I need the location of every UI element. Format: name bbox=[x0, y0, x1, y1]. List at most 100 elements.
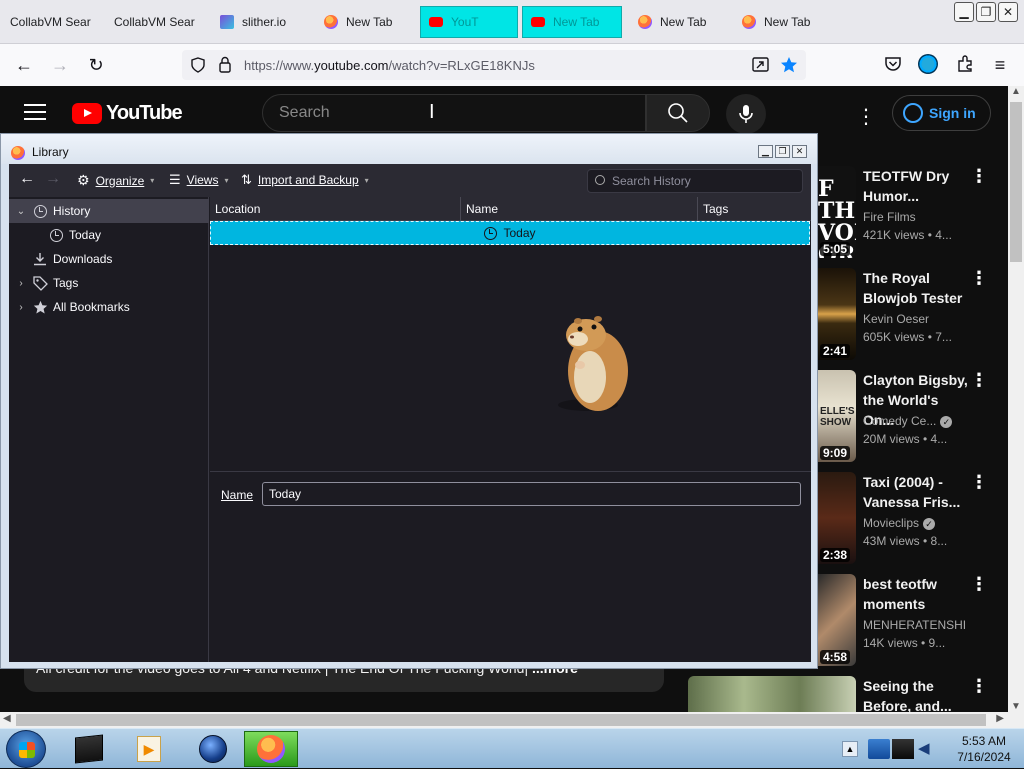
tree-item-today[interactable]: Today bbox=[9, 223, 209, 247]
tab-new-tab-1[interactable]: New Tab bbox=[316, 6, 416, 38]
speaker-icon[interactable]: ◀ bbox=[918, 739, 936, 759]
url-bar[interactable]: https://www.youtube.com/watch?v=RLxGE18K… bbox=[182, 50, 806, 80]
app-menu-icon[interactable]: ≡ bbox=[988, 53, 1012, 77]
maximize-icon[interactable]: ❐ bbox=[775, 145, 790, 158]
views-button[interactable]: ☰ Views ▾ bbox=[169, 172, 228, 188]
column-header-tags[interactable]: Tags bbox=[698, 197, 811, 221]
search-input[interactable]: Search I bbox=[262, 94, 646, 132]
taskbar-app-terminal[interactable] bbox=[62, 731, 116, 767]
minimize-icon[interactable]: ▁ bbox=[954, 2, 974, 22]
close-icon[interactable]: ✕ bbox=[792, 145, 807, 158]
video-duration: 9:09 bbox=[820, 446, 851, 460]
tab-new-tab-3[interactable]: New Tab bbox=[630, 6, 730, 38]
related-video-4[interactable]: 2:38 Taxi (2004) -Vanessa Fris... Moviec… bbox=[818, 472, 1018, 568]
display-icon[interactable] bbox=[892, 739, 914, 759]
scrollbar-thumb[interactable] bbox=[1010, 102, 1022, 262]
video-title[interactable]: Taxi (2004) -Vanessa Fris... bbox=[863, 472, 973, 512]
back-arrow-icon[interactable]: ← bbox=[19, 170, 35, 188]
video-channel[interactable]: Kevin Oeser bbox=[863, 312, 929, 326]
more-vertical-icon[interactable]: ⋮ bbox=[970, 268, 988, 289]
import-backup-button[interactable]: ⇅ Import and Backup ▾ bbox=[241, 172, 369, 188]
taskbar-app-firefox[interactable] bbox=[244, 731, 298, 767]
column-header-location[interactable]: Location bbox=[210, 197, 461, 221]
video-title[interactable]: The Royal Blowjob Tester bbox=[863, 268, 973, 308]
scroll-left-icon[interactable]: ◀ bbox=[3, 713, 11, 724]
related-video-2[interactable]: 2:41 The Royal Blowjob Tester Kevin Oese… bbox=[818, 268, 1018, 364]
video-duration: 5:05 bbox=[820, 242, 851, 256]
video-title[interactable]: TEOTFW Dry Humor... bbox=[863, 166, 973, 206]
related-video-5[interactable]: 4:58 best teotfw moments MENHERATENSHI 1… bbox=[818, 574, 1018, 670]
video-channel[interactable]: MENHERATENSHI bbox=[863, 618, 966, 632]
shield-icon[interactable] bbox=[190, 57, 206, 73]
row-name: Today bbox=[503, 226, 536, 240]
back-arrow-icon[interactable]: ← bbox=[12, 53, 36, 77]
start-button[interactable] bbox=[6, 730, 46, 768]
search-history-input[interactable]: Search History bbox=[587, 169, 803, 193]
lock-icon[interactable] bbox=[218, 56, 232, 73]
pocket-icon[interactable] bbox=[884, 56, 902, 72]
extensions-icon[interactable] bbox=[956, 55, 974, 73]
forward-arrow-icon[interactable]: → bbox=[45, 170, 61, 188]
scroll-right-icon[interactable]: ▶ bbox=[996, 713, 1004, 724]
tab-collabvm-1[interactable]: CollabVM Sear bbox=[2, 6, 102, 38]
chevron-down-icon[interactable]: ⌄ bbox=[15, 206, 27, 217]
video-channel[interactable]: Comedy Ce... ✓ bbox=[863, 414, 953, 428]
network-icon[interactable] bbox=[868, 739, 890, 759]
more-vertical-icon[interactable]: ⋮ bbox=[856, 104, 876, 129]
tree-item-history[interactable]: ⌄ History bbox=[9, 199, 209, 223]
tab-youtube[interactable]: YouT bbox=[420, 6, 518, 38]
maximize-icon[interactable]: ❐ bbox=[976, 2, 996, 22]
minimize-icon[interactable]: ▁ bbox=[758, 145, 773, 158]
more-vertical-icon[interactable]: ⋮ bbox=[970, 676, 988, 697]
chevron-right-icon[interactable]: › bbox=[15, 302, 27, 313]
scrollbar-thumb[interactable] bbox=[16, 714, 986, 726]
vertical-scrollbar[interactable]: ▲ ▼ bbox=[1008, 86, 1024, 712]
tree-item-tags[interactable]: › Tags bbox=[9, 271, 209, 295]
name-field[interactable]: Today bbox=[262, 482, 801, 506]
video-thumbnail[interactable] bbox=[688, 676, 856, 712]
show-hidden-icons-icon[interactable]: ▲ bbox=[842, 741, 858, 757]
more-vertical-icon[interactable]: ⋮ bbox=[970, 574, 988, 595]
video-title[interactable]: best teotfw moments bbox=[863, 574, 973, 614]
hamburger-menu-icon[interactable] bbox=[24, 104, 46, 122]
tab-slither[interactable]: slither.io bbox=[212, 6, 312, 38]
tab-new-tab-4[interactable]: New Tab bbox=[734, 6, 834, 38]
scroll-down-icon[interactable]: ▼ bbox=[1011, 701, 1021, 712]
picture-in-picture-icon[interactable] bbox=[752, 57, 770, 73]
bookmark-star-icon[interactable] bbox=[780, 56, 798, 74]
sign-in-button[interactable]: Sign in bbox=[892, 95, 991, 131]
clock-time[interactable]: 5:53 AM bbox=[952, 734, 1016, 748]
scroll-up-icon[interactable]: ▲ bbox=[1011, 86, 1021, 97]
account-avatar[interactable] bbox=[918, 54, 938, 74]
video-channel[interactable]: Fire Films bbox=[863, 210, 916, 224]
youtube-logo[interactable]: YouTube bbox=[72, 102, 183, 125]
related-video-3[interactable]: ELLE'S SHOW 9:09 Clayton Bigsby, the Worl… bbox=[818, 370, 1018, 466]
related-video-1[interactable]: F THEVORLDOR 5:05 TEOTFW Dry Humor... Fi… bbox=[818, 166, 1018, 262]
search-button[interactable] bbox=[646, 94, 710, 132]
organize-button[interactable]: ⚙ Organize ▾ bbox=[77, 172, 154, 189]
clock-date[interactable]: 7/16/2024 bbox=[952, 750, 1016, 764]
close-icon[interactable]: ✕ bbox=[998, 2, 1018, 22]
tree-item-all-bookmarks[interactable]: › All Bookmarks bbox=[9, 295, 209, 319]
column-header-name[interactable]: Name bbox=[461, 197, 698, 221]
history-list[interactable] bbox=[210, 245, 811, 471]
chevron-right-icon[interactable]: › bbox=[15, 278, 27, 289]
horizontal-scrollbar[interactable]: ◀ ▶ bbox=[0, 712, 1024, 728]
table-row[interactable]: Today bbox=[210, 221, 810, 245]
tab-new-tab-2[interactable]: New Tab bbox=[522, 6, 622, 38]
library-title-bar[interactable]: Library ▁ ❐ ✕ bbox=[1, 134, 817, 164]
reload-icon[interactable]: ↻ bbox=[84, 53, 108, 77]
forward-arrow-icon[interactable]: → bbox=[48, 53, 72, 77]
more-vertical-icon[interactable]: ⋮ bbox=[970, 166, 988, 187]
tab-collabvm-2[interactable]: CollabVM Sear bbox=[106, 6, 206, 38]
voice-search-button[interactable] bbox=[726, 94, 766, 134]
search-icon bbox=[595, 175, 605, 185]
tree-item-downloads[interactable]: Downloads bbox=[9, 247, 209, 271]
video-title[interactable]: Seeing the Before, and... bbox=[863, 676, 973, 716]
firefox-icon bbox=[742, 15, 756, 29]
video-channel[interactable]: Movieclips ✓ bbox=[863, 516, 936, 530]
taskbar-app-media-player[interactable]: ▶ bbox=[122, 731, 176, 767]
taskbar-app-globe[interactable] bbox=[186, 731, 240, 767]
more-vertical-icon[interactable]: ⋮ bbox=[970, 370, 988, 391]
more-vertical-icon[interactable]: ⋮ bbox=[970, 472, 988, 493]
